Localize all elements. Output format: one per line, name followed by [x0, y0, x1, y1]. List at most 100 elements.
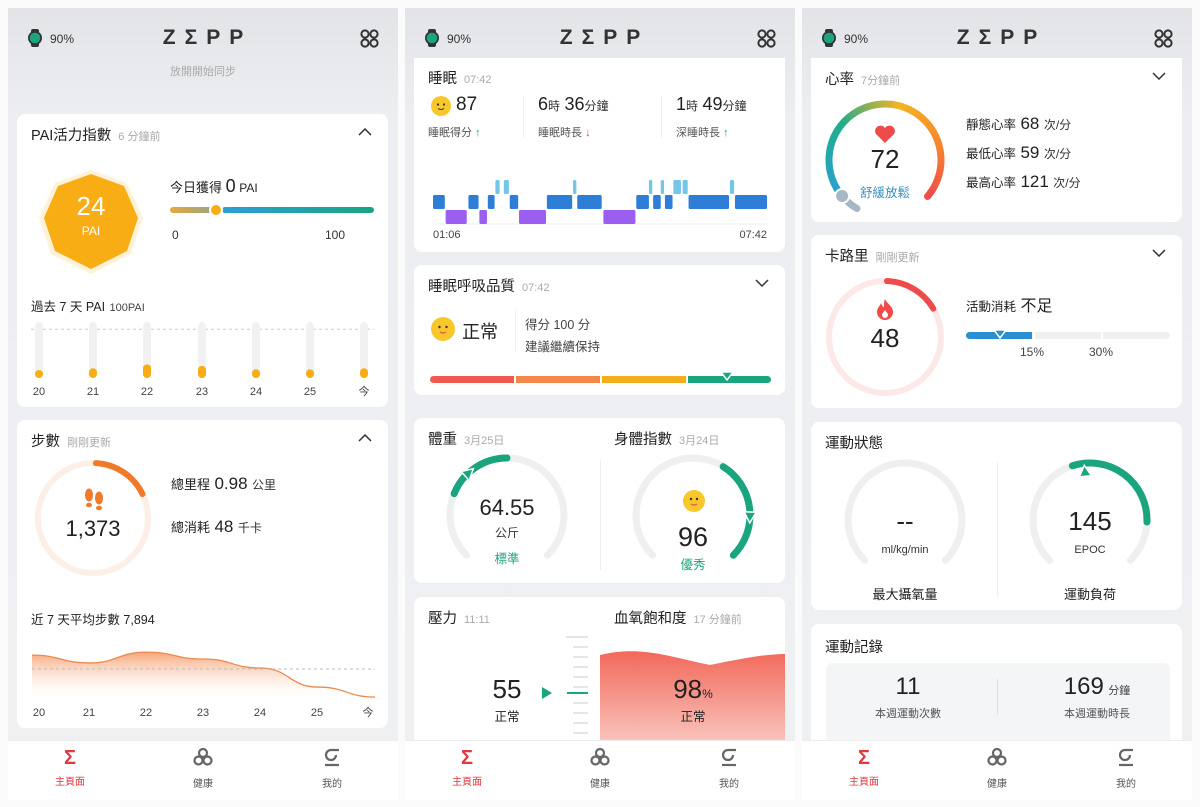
divider: [1033, 332, 1035, 339]
profile-icon: [721, 748, 736, 767]
heart-gauge-segment: [892, 101, 899, 109]
pai-day-label: 24: [250, 386, 262, 398]
heart-gauge-segment: [918, 113, 927, 123]
home-screen-sleep-body: 90% ZΣPP 睡眠 07:42 87 睡眠得分 ↑ 6時 36分鐘 睡眠時長 …: [405, 8, 795, 800]
breathing-advice: 建議繼續保持: [525, 340, 601, 354]
health-icon: [590, 747, 610, 766]
nav-profile[interactable]: 我的: [1086, 747, 1166, 790]
nav-health[interactable]: 健康: [163, 747, 243, 790]
widgets-grid-icon[interactable]: [360, 29, 379, 48]
nav-profile[interactable]: 我的: [292, 747, 372, 790]
stress-spo2-card[interactable]: 壓力 11:11 血氧飽和度 17 分鐘前 55 正常 98% 正常: [414, 597, 785, 757]
weight-unit: 公斤: [494, 526, 519, 540]
pai-bar: [306, 369, 314, 378]
heart-gauge-segment: [936, 164, 945, 171]
sleep-segment-rem: [660, 180, 665, 194]
nav-home[interactable]: Σ 主頁面: [30, 747, 110, 788]
nav-profile[interactable]: 我的: [689, 747, 769, 790]
nav-health-label: 健康: [193, 779, 213, 790]
heart-gauge-segment: [936, 147, 945, 154]
heart-gauge-segment: [867, 101, 874, 110]
nav-home-label: 主頁面: [55, 777, 85, 788]
heart-gauge-segment: [896, 102, 904, 111]
nav-health[interactable]: 健康: [560, 747, 640, 790]
sleep-breathing-card[interactable]: 睡眠呼吸品質 07:42 正常 得分 100 分 建議繼續保持: [414, 265, 785, 395]
breathing-score: 得分 100 分: [525, 318, 591, 332]
heart-rate-row: 最低心率 59 次/分: [966, 143, 1072, 162]
pai-bar-track: [35, 322, 43, 378]
heart-gauge-segment: [854, 106, 863, 115]
sigma-home-icon: Σ: [857, 747, 870, 769]
heart-gauge-segment: [935, 143, 944, 150]
divider: [1101, 332, 1103, 339]
heart-gauge-segment: [888, 100, 895, 109]
pai-day-label: 21: [87, 386, 99, 398]
fitness-status-card[interactable]: 運動狀態 -- ml/kg/min 最大攝氧量 145 EPOC 運動負荷: [811, 422, 1182, 610]
pai-bar: [198, 365, 206, 378]
calorie-card[interactable]: 卡路里 剛剛更新 48 活動消耗 不足 15% 30%: [811, 235, 1182, 408]
nav-health[interactable]: 健康: [957, 747, 1037, 790]
heart-gauge-segment: [841, 116, 850, 125]
quality-level-marker: [719, 371, 734, 381]
spo2-status: 正常: [680, 710, 706, 724]
heart-rate-value: 72: [870, 144, 900, 174]
sleep-segment-light: [509, 195, 519, 209]
heart-gauge-segment: [831, 130, 840, 138]
heart-gauge-segment: [933, 176, 942, 184]
heart-gauge-segment: [825, 164, 834, 170]
heart-gauge-segment: [926, 123, 935, 132]
sleep-card[interactable]: 睡眠 07:42 87 睡眠得分 ↑ 6時 36分鐘 睡眠時長 ↓ 1時 49分鐘…: [414, 58, 785, 252]
nav-home[interactable]: Σ 主頁面: [824, 747, 904, 788]
quality-bar-poor: [430, 376, 514, 383]
pai-day-label: 22: [141, 386, 153, 398]
chevron-down-icon[interactable]: [1152, 72, 1166, 80]
heart-gauge-segment: [935, 168, 944, 175]
pai-day-label: 23: [196, 386, 208, 398]
sleep-segment-light: [636, 195, 649, 209]
heart-gauge-segment: [829, 134, 838, 142]
nav-home-label: 主頁面: [849, 777, 879, 788]
health-icon: [193, 747, 213, 766]
sleep-segment-light: [734, 195, 767, 209]
heart-rate-card[interactable]: 心率 7分鐘前 72 舒緩放鬆 靜態心率 68 次/分 最低心率 59 次/分 最…: [811, 58, 1182, 222]
quality-bar-fair: [516, 376, 600, 383]
heart-rate-row: 靜態心率 68 次/分: [966, 114, 1072, 133]
pai-bar: [143, 364, 151, 378]
heart-gauge-segment: [934, 172, 943, 180]
heart-gauge-segment: [858, 104, 867, 113]
sleep-segment-light: [433, 195, 445, 209]
spo2-value: 98%: [673, 674, 713, 704]
steps-week-chart: 20 21 22 23 24 25 今: [31, 651, 376, 719]
widgets-grid-icon[interactable]: [757, 29, 776, 48]
pai-day-label: 20: [33, 386, 45, 398]
nav-home[interactable]: Σ 主頁面: [427, 747, 507, 788]
quality-bar-moderate: [602, 376, 686, 383]
steps-card[interactable]: 步數 剛剛更新 1,373 總里程 0.98 公里 總消耗 48 千卡 近 7 天…: [17, 420, 388, 728]
heart-gauge-segment: [826, 168, 835, 175]
heart-gauge-segment: [904, 104, 912, 114]
weight-bmi-card[interactable]: 體重 3月25日 身體指數 3月24日 64.55 公斤 標準 96 優秀: [414, 418, 785, 583]
smiley-face-icon: [431, 317, 455, 341]
bmi-marker: [742, 510, 758, 525]
vo2-value: --: [896, 506, 914, 536]
pai-bar: [35, 370, 43, 378]
pai-bar: [252, 369, 260, 378]
sleep-segment-light: [688, 195, 730, 209]
steps-day-label: 22: [140, 707, 152, 719]
heart-gauge-segment: [921, 116, 930, 126]
vo2-unit: ml/kg/min: [881, 544, 929, 556]
heart-gauge-segment: [827, 172, 836, 179]
heart-rate-status: 舒緩放鬆: [859, 186, 910, 200]
bottom-nav: Σ 主頁面 健康 我的: [405, 740, 795, 800]
bottom-nav: Σ 主頁面 健康 我的: [802, 740, 1192, 800]
widgets-grid-icon[interactable]: [1154, 29, 1173, 48]
sleep-segment-rem: [673, 180, 681, 194]
heart-gauge-segment: [930, 130, 940, 139]
calorie-progress-ring: [826, 278, 944, 396]
nav-profile-label: 我的: [322, 779, 342, 790]
heart-gauge-segment: [827, 138, 837, 146]
chevron-down-icon[interactable]: [755, 279, 769, 287]
heart-gauge-segment: [923, 119, 933, 129]
pai-card[interactable]: PAI活力指數 6 分鐘前 24 PAI 今日獲得 0 PAI 0 100 過去 …: [17, 114, 388, 407]
chevron-down-icon[interactable]: [1152, 249, 1166, 257]
